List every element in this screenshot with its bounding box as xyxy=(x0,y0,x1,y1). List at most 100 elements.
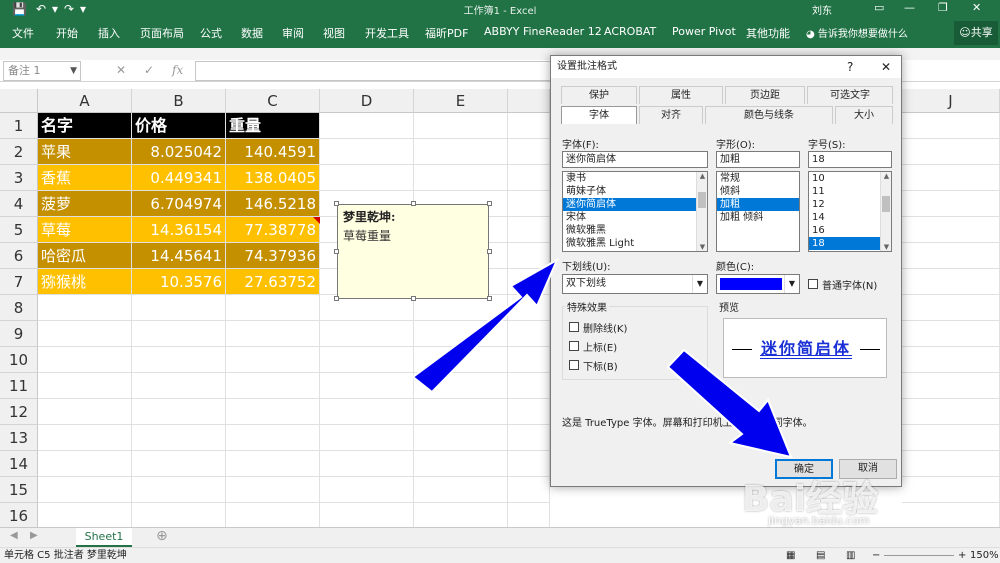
empty-cell[interactable] xyxy=(508,191,550,217)
row-header-2[interactable]: 2 xyxy=(0,139,38,165)
empty-cell[interactable] xyxy=(508,243,550,269)
scroll-up-icon[interactable]: ▲ xyxy=(697,172,707,180)
list-item[interactable]: 常规 xyxy=(717,172,799,185)
list-item[interactable]: 加粗 倾斜 xyxy=(717,211,799,224)
share-button[interactable]: ☺共享 xyxy=(954,21,998,45)
empty-cell[interactable] xyxy=(902,399,1000,425)
empty-cell[interactable] xyxy=(508,165,550,191)
resize-handle[interactable] xyxy=(334,201,339,206)
empty-cell[interactable] xyxy=(38,321,132,347)
tab-view[interactable]: 视图 xyxy=(323,25,345,41)
chevron-down-icon[interactable]: ▼ xyxy=(784,275,799,293)
row-header-3[interactable]: 3 xyxy=(0,165,38,191)
empty-cell[interactable] xyxy=(902,269,1000,295)
empty-cell[interactable] xyxy=(320,399,414,425)
data-cell[interactable]: 8.025042 xyxy=(132,139,226,165)
column-header-b[interactable]: B xyxy=(132,89,226,113)
empty-cell[interactable] xyxy=(320,477,414,503)
tab-alt-text[interactable]: 可选文字 xyxy=(807,86,893,104)
restore-button[interactable]: ❐ xyxy=(938,1,948,14)
empty-cell[interactable] xyxy=(132,425,226,451)
tab-margins[interactable]: 页边距 xyxy=(725,86,805,104)
row-header-6[interactable]: 6 xyxy=(0,243,38,269)
empty-cell[interactable] xyxy=(132,399,226,425)
font-input[interactable]: 迷你简启体 xyxy=(562,151,708,168)
data-cell[interactable]: 6.704974 xyxy=(132,191,226,217)
empty-cell[interactable] xyxy=(414,503,508,527)
list-item[interactable]: 迷你简启体 xyxy=(563,198,707,211)
empty-cell[interactable] xyxy=(320,139,414,165)
empty-cell[interactable] xyxy=(902,191,1000,217)
data-cell[interactable]: 苹果 xyxy=(38,139,132,165)
cancel-entry-icon[interactable]: ✕ xyxy=(116,63,126,77)
data-cell[interactable]: 10.3576 xyxy=(132,269,226,295)
tab-more-functions[interactable]: 其他功能 xyxy=(746,25,790,41)
empty-cell[interactable] xyxy=(226,295,320,321)
empty-cell[interactable] xyxy=(414,451,508,477)
empty-cell[interactable] xyxy=(320,321,414,347)
empty-cell[interactable] xyxy=(38,347,132,373)
list-item[interactable]: 16 xyxy=(809,224,891,237)
underline-select[interactable]: 双下划线 ▼ xyxy=(562,274,708,294)
minimize-button[interactable]: — xyxy=(904,1,915,14)
tab-insert[interactable]: 插入 xyxy=(98,25,120,41)
empty-cell[interactable] xyxy=(132,477,226,503)
empty-cell[interactable] xyxy=(132,321,226,347)
tab-protection[interactable]: 保护 xyxy=(561,86,637,104)
data-cell[interactable]: 140.4591 xyxy=(226,139,320,165)
size-input[interactable]: 18 xyxy=(808,151,892,168)
comment-text[interactable]: 草莓重量 xyxy=(343,227,483,244)
row-header-13[interactable]: 13 xyxy=(0,425,38,451)
list-item[interactable]: 11 xyxy=(809,185,891,198)
list-item[interactable]: 加粗 xyxy=(717,198,799,211)
empty-cell[interactable] xyxy=(508,451,550,477)
list-item[interactable]: 倾斜 xyxy=(717,185,799,198)
data-cell[interactable]: 14.36154 xyxy=(132,217,226,243)
data-cell[interactable]: 猕猴桃 xyxy=(38,269,132,295)
empty-cell[interactable] xyxy=(38,425,132,451)
empty-cell[interactable] xyxy=(38,451,132,477)
empty-cell[interactable] xyxy=(226,321,320,347)
select-all-corner[interactable] xyxy=(0,89,38,113)
row-header-11[interactable]: 11 xyxy=(0,373,38,399)
column-header-a[interactable]: A xyxy=(38,89,132,113)
tab-developer[interactable]: 开发工具 xyxy=(365,25,409,41)
header-cell[interactable]: 价格 xyxy=(132,113,226,139)
tab-size[interactable]: 大小 xyxy=(835,106,893,124)
empty-cell[interactable] xyxy=(508,269,550,295)
row-header-8[interactable]: 8 xyxy=(0,295,38,321)
empty-cell[interactable] xyxy=(414,477,508,503)
empty-cell[interactable] xyxy=(226,373,320,399)
empty-cell[interactable] xyxy=(508,295,550,321)
user-name[interactable]: 刘东 xyxy=(812,2,832,17)
empty-cell[interactable] xyxy=(414,399,508,425)
empty-cell[interactable] xyxy=(508,113,550,139)
resize-handle[interactable] xyxy=(334,249,339,254)
empty-cell[interactable] xyxy=(320,503,414,527)
sheet-tab-sheet1[interactable]: Sheet1 xyxy=(76,528,132,547)
empty-cell[interactable] xyxy=(902,139,1000,165)
list-item[interactable]: 10 xyxy=(809,172,891,185)
data-cell[interactable]: 138.0405 xyxy=(226,165,320,191)
list-item[interactable]: 微软雅黑 xyxy=(563,224,707,237)
tell-me-search[interactable]: ◕ 告诉我你想要做什么 xyxy=(806,25,908,40)
size-list[interactable]: 10 11 12 14 16 18 ▲ ▼ xyxy=(808,171,892,252)
empty-cell[interactable] xyxy=(132,373,226,399)
empty-cell[interactable] xyxy=(414,347,508,373)
column-header-d[interactable]: D xyxy=(320,89,414,113)
header-cell[interactable]: 重量 xyxy=(226,113,320,139)
empty-cell[interactable] xyxy=(414,425,508,451)
empty-cell[interactable] xyxy=(320,347,414,373)
empty-cell[interactable] xyxy=(508,139,550,165)
empty-cell[interactable] xyxy=(414,165,508,191)
tab-font[interactable]: 字体 xyxy=(561,106,637,124)
confirm-entry-icon[interactable]: ✓ xyxy=(144,63,154,77)
scroll-prev-sheet-icon[interactable]: ◀ xyxy=(10,530,18,541)
empty-cell[interactable] xyxy=(38,295,132,321)
empty-cell[interactable] xyxy=(226,503,320,527)
empty-cell[interactable] xyxy=(414,321,508,347)
empty-cell[interactable] xyxy=(320,113,414,139)
data-cell[interactable]: 草莓 xyxy=(38,217,132,243)
help-button[interactable]: ? xyxy=(847,56,853,78)
list-item[interactable]: 18 xyxy=(809,237,891,250)
